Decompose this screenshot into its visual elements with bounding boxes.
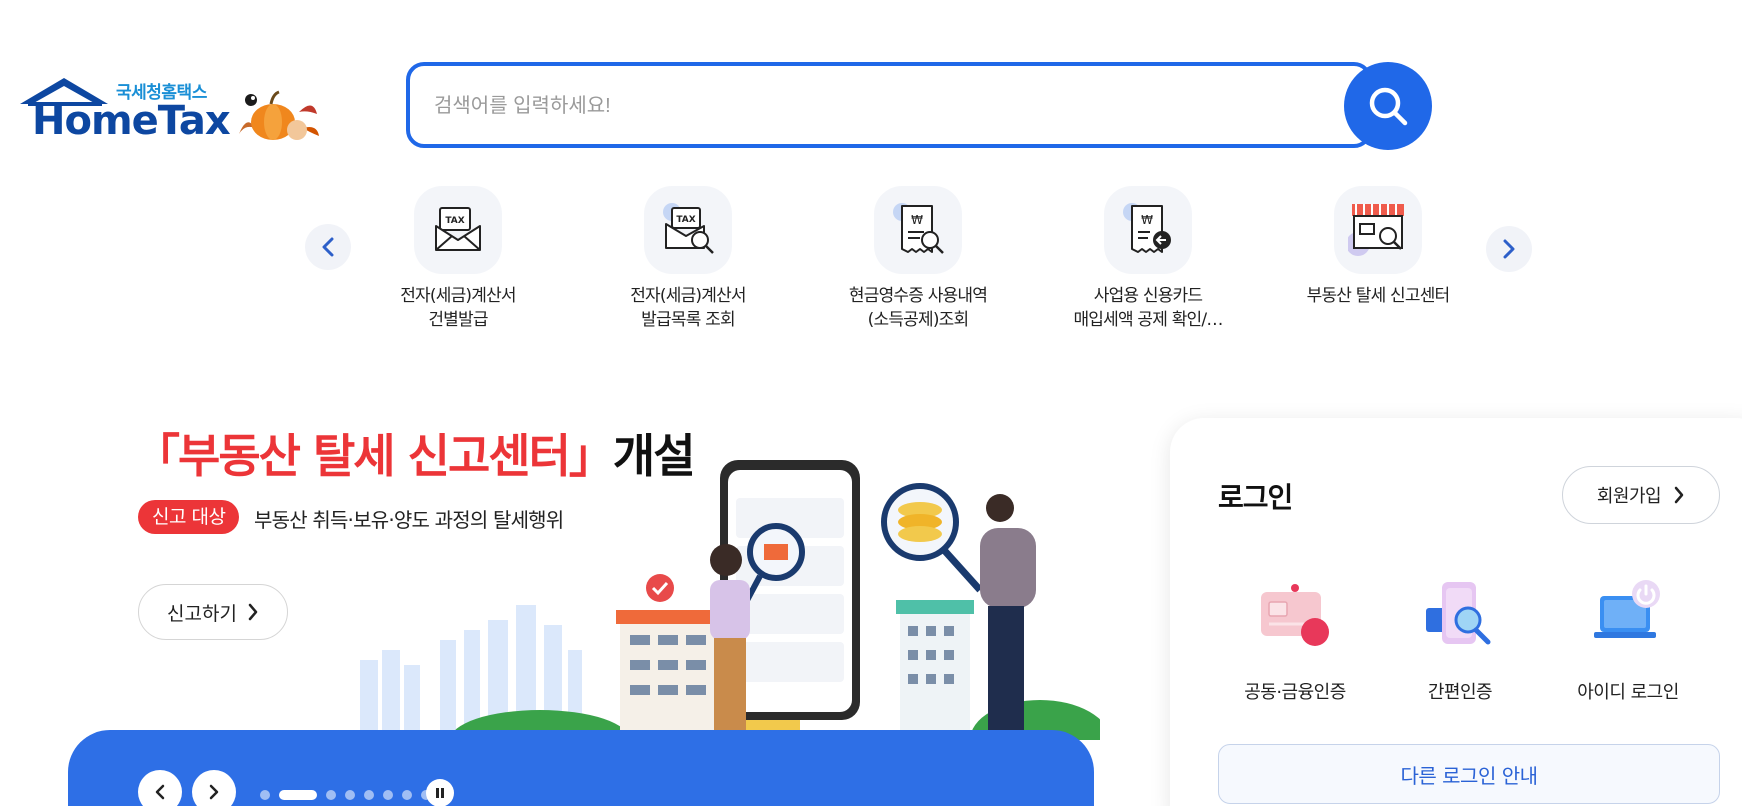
slide-indicator — [260, 790, 431, 800]
report-target-badge: 신고 대상 — [138, 500, 240, 534]
slide-pause-button[interactable] — [426, 779, 454, 806]
report-button[interactable]: 신고하기 — [138, 584, 288, 640]
hometax-logo[interactable]: 국세청홈택스 HomeTax — [18, 70, 328, 150]
search-input[interactable] — [434, 88, 1314, 124]
chevron-left-icon — [322, 237, 334, 257]
login-option-label: 아이디 로그인 — [1577, 682, 1679, 703]
quick-menu-item[interactable]: TAX 전자(세금)계산서 건별발급 — [363, 186, 553, 332]
phone-search-icon — [1420, 578, 1500, 658]
svg-text:TAX: TAX — [445, 216, 464, 226]
login-option-certificate[interactable]: 공동·금융인증 — [1215, 578, 1375, 704]
pumpkin-icon — [239, 90, 319, 140]
slide-dot[interactable] — [402, 790, 412, 800]
quick-menu-label: 부동산 탈세 신고센터 — [1306, 286, 1451, 306]
slide-next-button[interactable] — [192, 770, 236, 806]
laptop-power-icon — [1588, 578, 1668, 658]
slide-dot[interactable] — [260, 790, 270, 800]
tax-envelope-icon: TAX — [414, 186, 502, 274]
search-bar — [406, 62, 1432, 150]
slide-dot[interactable] — [383, 790, 393, 800]
receipt-card-icon: ₩ — [1104, 186, 1192, 274]
logo-title: HomeTax — [32, 98, 231, 144]
chevron-right-icon — [209, 784, 219, 800]
search-button[interactable] — [1344, 62, 1432, 150]
pause-icon — [436, 788, 444, 798]
slide-dot-active[interactable] — [279, 790, 317, 800]
search-icon — [1369, 87, 1408, 126]
store-search-icon — [1334, 186, 1422, 274]
join-button-label: 회원가입 — [1596, 486, 1662, 507]
quick-menu-label: 현금영수증 사용내역 (소득공제)조회 — [848, 286, 988, 330]
hometax-page: 국세청홈택스 HomeTax 검색어를 입력하세요! TAX 전자(세금)계산서… — [0, 0, 1742, 806]
other-login-guide-button[interactable]: 다른 로그인 안내 — [1218, 744, 1720, 804]
chevron-right-icon — [1674, 486, 1684, 504]
quick-menu-item[interactable]: ₩ 사업용 신용카드 매입세액 공제 확인/… — [1053, 186, 1243, 332]
login-option-label: 간편인증 — [1427, 682, 1493, 703]
login-option-simple[interactable]: 간편인증 — [1380, 578, 1540, 704]
report-button-label: 신고하기 — [167, 602, 237, 625]
join-button[interactable]: 회원가입 — [1562, 466, 1720, 524]
chevron-right-icon — [248, 603, 258, 621]
quick-menu-label: 전자(세금)계산서 건별발급 — [400, 286, 516, 330]
login-option-label: 공동·금융인증 — [1244, 682, 1346, 703]
slide-prev-button[interactable] — [138, 770, 182, 806]
login-title: 로그인 — [1218, 481, 1293, 514]
svg-text:TAX: TAX — [676, 215, 695, 225]
login-option-id[interactable]: 아이디 로그인 — [1548, 578, 1708, 704]
quick-menu-item[interactable]: ₩ 현금영수증 사용내역 (소득공제)조회 — [823, 186, 1013, 332]
slide-dot[interactable] — [326, 790, 336, 800]
quick-menu-label: 사업용 신용카드 매입세액 공제 확인/… — [1073, 286, 1223, 330]
banner-illustration — [360, 460, 1100, 740]
search-box — [406, 62, 1372, 148]
svg-text:₩: ₩ — [911, 213, 923, 227]
chevron-right-icon — [1503, 239, 1515, 259]
receipt-search-icon: ₩ — [874, 186, 962, 274]
certificate-card-icon — [1255, 578, 1335, 658]
quick-menu-prev-button[interactable] — [305, 224, 351, 270]
quick-menu-label: 전자(세금)계산서 발급목록 조회 — [630, 286, 746, 330]
chevron-left-icon — [155, 784, 165, 800]
slide-dot[interactable] — [345, 790, 355, 800]
quick-menu-item[interactable]: 부동산 탈세 신고센터 — [1283, 186, 1473, 308]
login-card: 로그인 회원가입 공동·금융인증 간편인증 아이디 로그인 다른 로그인 안내 — [1170, 418, 1742, 806]
svg-text:₩: ₩ — [1141, 213, 1153, 227]
quick-menu-item[interactable]: TAX 전자(세금)계산서 발급목록 조회 — [593, 186, 783, 332]
tax-envelope-search-icon: TAX — [644, 186, 732, 274]
slide-dot[interactable] — [364, 790, 374, 800]
quick-menu-next-button[interactable] — [1486, 226, 1532, 272]
